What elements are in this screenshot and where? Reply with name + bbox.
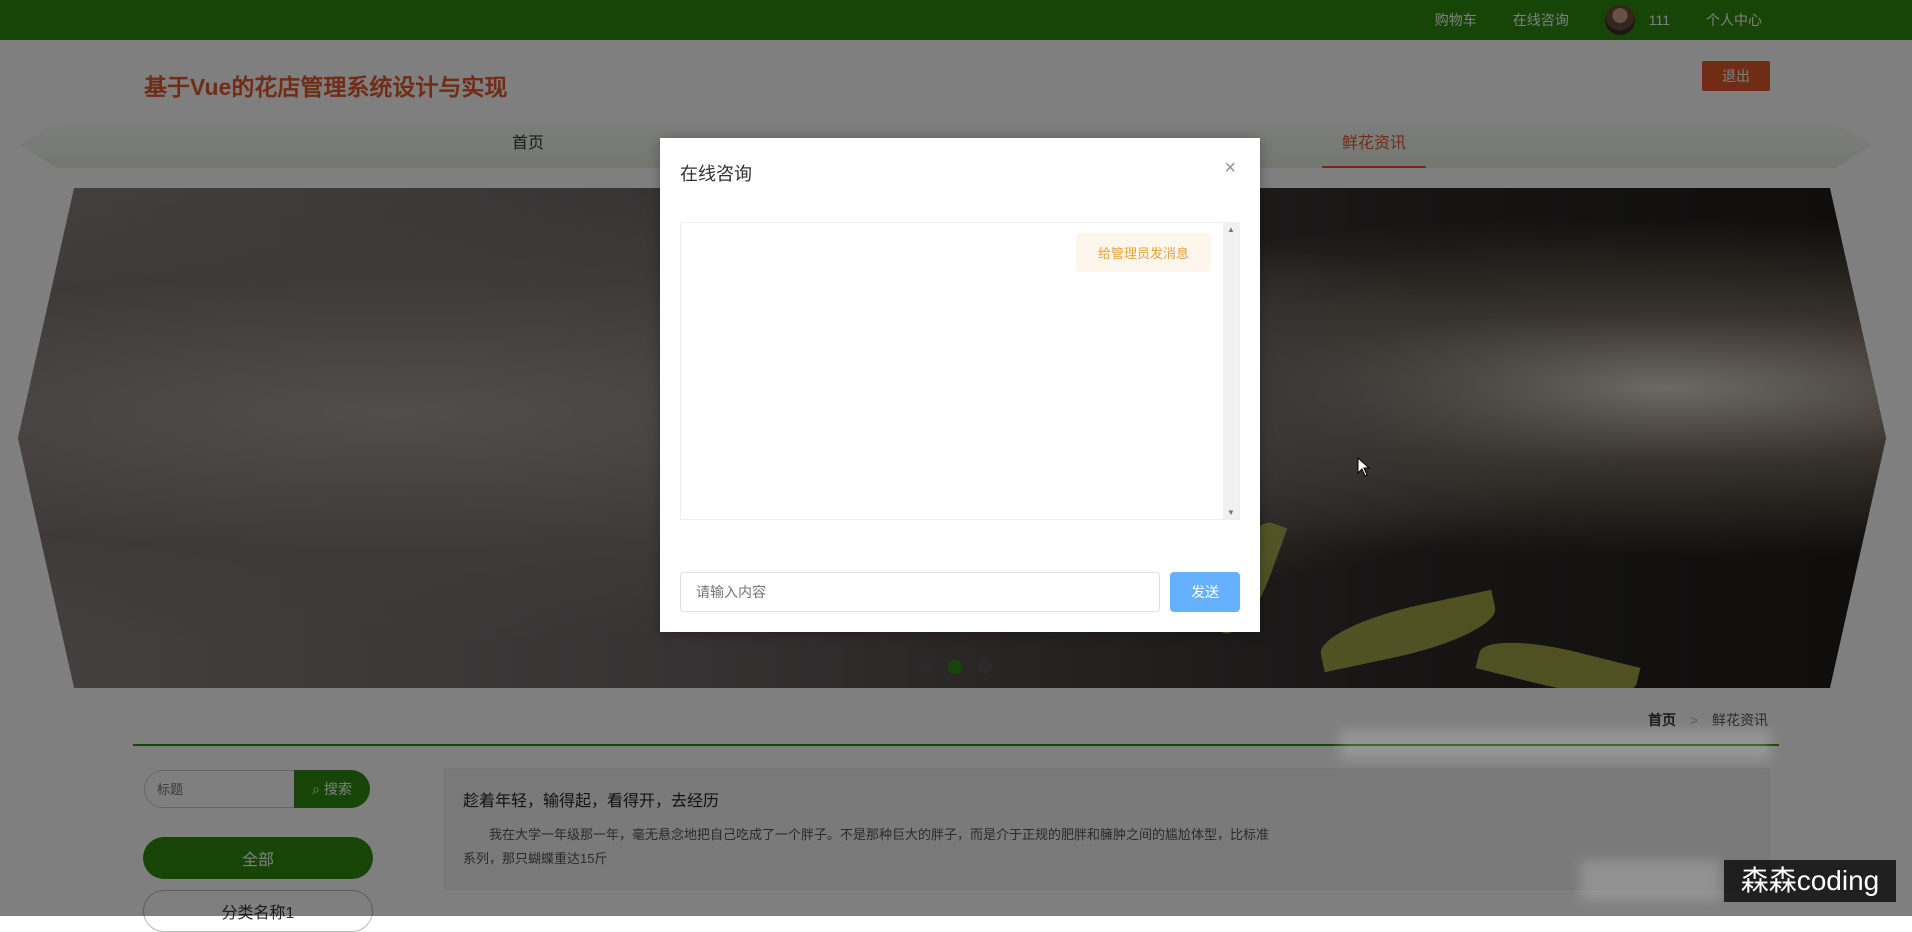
dialog-title: 在线咨询 — [680, 164, 752, 184]
close-icon[interactable]: × — [1218, 156, 1242, 181]
scroll-up-icon[interactable]: ▲ — [1223, 225, 1239, 234]
blur-patch — [1340, 730, 1770, 760]
mouse-cursor-icon — [1357, 456, 1371, 482]
chat-scrollbar[interactable]: ▲ ▼ — [1223, 223, 1239, 519]
chat-history[interactable]: 给管理员发消息 ▲ ▼ — [680, 222, 1240, 520]
watermark: 森森coding — [1724, 860, 1896, 902]
online-consult-dialog: 在线咨询 × 给管理员发消息 ▲ ▼ 发送 — [660, 138, 1260, 632]
message-input[interactable] — [680, 572, 1160, 612]
blur-patch — [1580, 860, 1720, 900]
send-button[interactable]: 发送 — [1170, 572, 1240, 612]
scroll-down-icon[interactable]: ▼ — [1223, 508, 1239, 517]
chat-message: 给管理员发消息 — [1075, 233, 1211, 272]
